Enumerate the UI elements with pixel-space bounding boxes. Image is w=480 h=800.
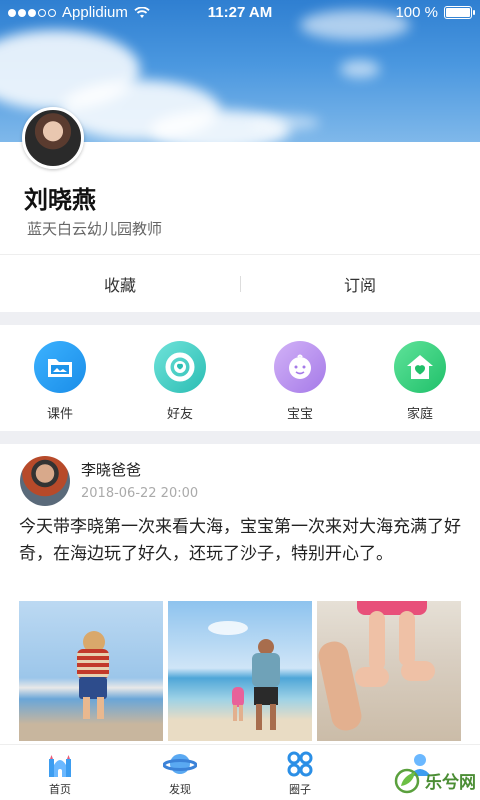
category-label: 课件 <box>46 407 73 422</box>
planet-icon <box>163 754 197 774</box>
post-timestamp: 2018-06-22 20:00 <box>81 486 199 501</box>
section-divider <box>0 431 480 444</box>
lifebuoy-icon <box>154 341 206 393</box>
post-photo[interactable] <box>168 601 312 741</box>
post-author-avatar[interactable] <box>20 456 70 506</box>
baby-face-icon <box>274 341 326 393</box>
post-photo[interactable] <box>317 601 461 741</box>
tab-favorites[interactable]: 收藏 <box>0 255 240 312</box>
castle-icon <box>49 755 71 777</box>
battery-percent: 100 % <box>395 4 438 21</box>
category-courseware[interactable]: 课件 <box>0 325 120 431</box>
status-bar: Applidium 11:27 AM 100 % <box>0 0 480 26</box>
profile-title: 蓝天白云幼儿园教师 <box>27 220 163 238</box>
leaf-logo-icon <box>394 768 420 794</box>
nav-circle[interactable]: 圈子 <box>240 745 360 800</box>
post-photo[interactable] <box>19 601 163 741</box>
category-baby[interactable]: 宝宝 <box>240 325 360 431</box>
battery-icon <box>444 6 475 19</box>
category-label: 好友 <box>166 407 193 422</box>
watermark-text: 乐兮网 <box>425 772 476 793</box>
post-author-name[interactable]: 李晓爸爸 <box>81 459 141 480</box>
category-friends[interactable]: 好友 <box>120 325 240 431</box>
nav-label: 发现 <box>169 783 191 796</box>
tab-subscriptions[interactable]: 订阅 <box>240 255 480 312</box>
post-body-text: 今天带李晓第一次来看大海，宝宝第一次来对大海充满了好奇，在海边玩了好久，还玩了沙… <box>19 517 461 564</box>
nav-home[interactable]: 首页 <box>0 745 120 800</box>
category-label: 宝宝 <box>286 407 313 422</box>
category-family[interactable]: 家庭 <box>360 325 480 431</box>
section-divider <box>0 312 480 325</box>
watermark-logo: 乐兮网 <box>393 766 476 794</box>
category-label: 家庭 <box>406 407 433 422</box>
post-photo-grid <box>19 601 461 741</box>
nav-label: 首页 <box>49 783 71 796</box>
home-heart-icon <box>394 341 446 393</box>
circles-icon <box>287 751 313 777</box>
folder-icon <box>34 341 86 393</box>
profile-avatar[interactable] <box>22 107 84 169</box>
tab-divider <box>240 276 241 292</box>
category-grid: 课件 好友 宝宝 家庭 <box>0 325 480 431</box>
profile-name: 刘晓燕 <box>24 186 96 214</box>
nav-label: 圈子 <box>289 783 311 796</box>
nav-discover[interactable]: 发现 <box>120 745 240 800</box>
